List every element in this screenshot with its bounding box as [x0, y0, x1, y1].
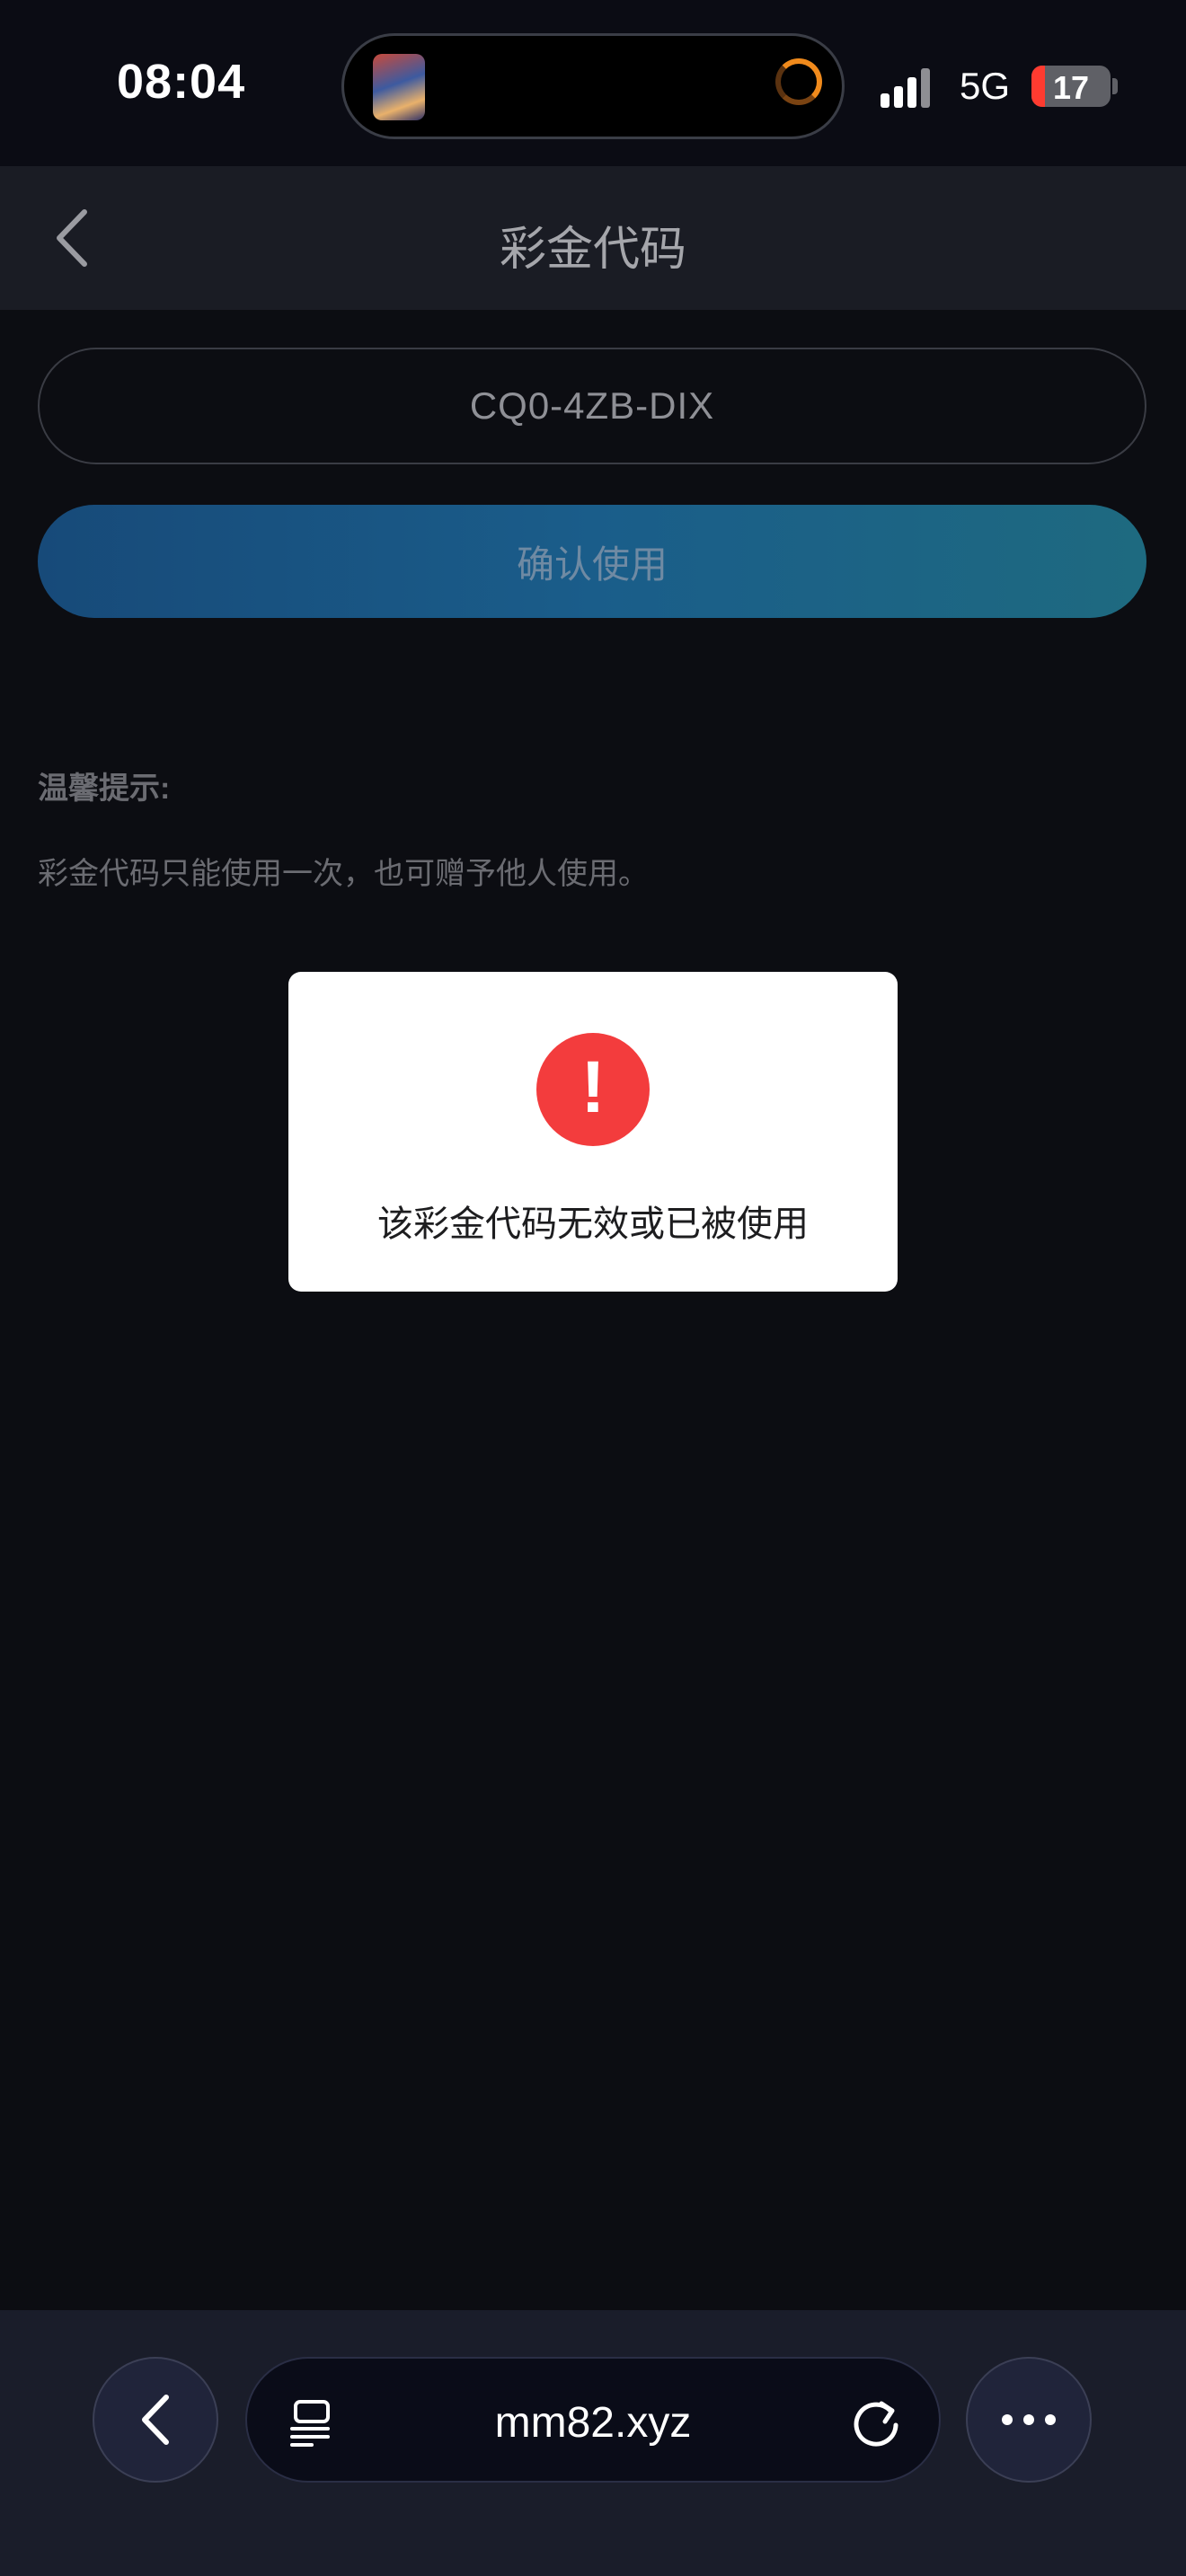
status-time: 08:04: [117, 55, 246, 109]
url-text: mm82.xyz: [494, 2399, 692, 2447]
exclamation-mark: !: [580, 1046, 606, 1128]
error-dialog: ! 该彩金代码无效或已被使用: [288, 972, 898, 1292]
network-type: 5G: [960, 65, 1011, 107]
status-bar: 08:04 5G 17: [0, 0, 1186, 166]
signal-icon: [881, 66, 943, 108]
tips-text: 彩金代码只能使用一次，也可赠予他人使用。: [38, 857, 649, 891]
nav-bar: 彩金代码: [0, 166, 1186, 310]
more-dots-icon: [1002, 2414, 1056, 2425]
browser-toolbar: mm82.xyz: [0, 2310, 1186, 2576]
chevron-left-icon: [142, 2395, 169, 2445]
address-bar[interactable]: mm82.xyz: [245, 2357, 941, 2483]
battery-level: 17: [1052, 69, 1090, 106]
media-thumbnail: [373, 54, 425, 120]
bonus-code-input[interactable]: [38, 348, 1146, 464]
tips-title: 温馨提示:: [38, 772, 171, 806]
browser-back-button[interactable]: [93, 2357, 218, 2483]
battery-tip: [1112, 78, 1118, 94]
alert-icon: !: [536, 1033, 650, 1146]
error-message: 该彩金代码无效或已被使用: [377, 1204, 809, 1244]
dynamic-island[interactable]: [341, 33, 845, 139]
more-options-button[interactable]: [966, 2357, 1092, 2483]
page-title: 彩金代码: [499, 224, 686, 276]
battery-icon: 17: [1031, 66, 1111, 107]
confirm-use-button[interactable]: 确认使用: [38, 505, 1146, 618]
reload-icon[interactable]: [847, 2393, 905, 2450]
main-content: 确认使用 温馨提示: 彩金代码只能使用一次，也可赠予他人使用。: [0, 310, 1186, 2310]
loading-spinner-icon: [775, 58, 822, 105]
